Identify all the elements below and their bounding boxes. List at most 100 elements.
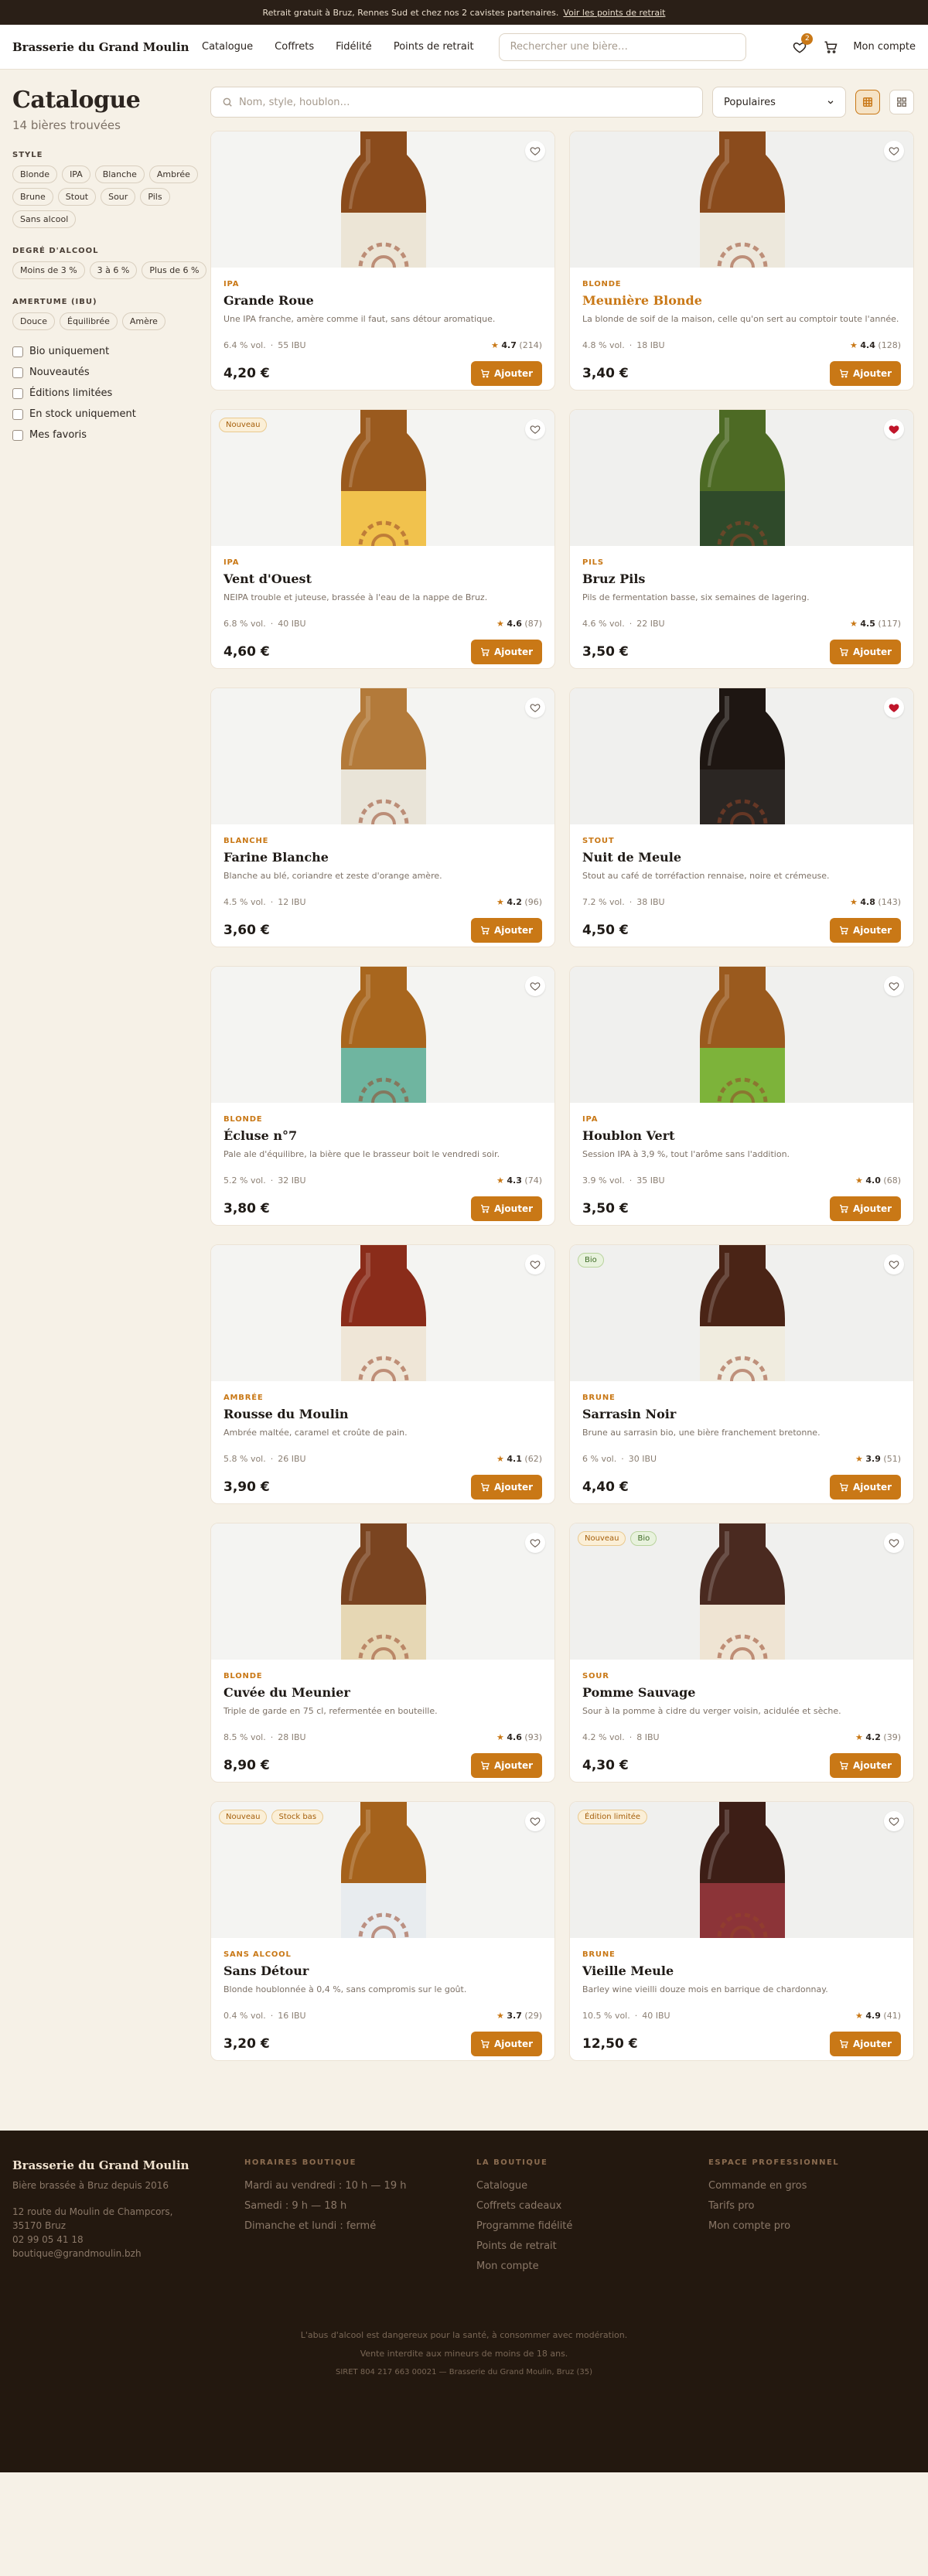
chip-ambree[interactable]: Ambrée	[148, 165, 198, 183]
product-name[interactable]: Nuit de Meule	[582, 850, 901, 865]
footer-link-tarifs-pro[interactable]: Tarifs pro	[708, 2196, 928, 2216]
product-image[interactable]: Nouveau Stock bas	[211, 1802, 554, 1938]
footer-link-points-retrait[interactable]: Points de retrait	[476, 2237, 708, 2257]
favorite-button[interactable]	[884, 419, 904, 439]
chip-ibu-equilibree[interactable]: Équilibrée	[60, 312, 118, 330]
chip-alcohol-mid[interactable]: 3 à 6 %	[89, 261, 138, 279]
add-to-cart-button[interactable]: Ajouter	[830, 640, 901, 664]
product-name[interactable]: Farine Blanche	[223, 850, 542, 865]
product-image[interactable]	[211, 688, 554, 824]
product-image[interactable]	[570, 410, 913, 546]
favorite-button[interactable]	[525, 141, 545, 161]
in-stock-checkbox[interactable]: En stock uniquement	[12, 408, 210, 420]
product-name[interactable]: Sarrasin Noir	[582, 1407, 901, 1421]
product-name[interactable]: Houblon Vert	[582, 1128, 901, 1143]
chip-alcohol-low[interactable]: Moins de 3 %	[12, 261, 85, 279]
product-name[interactable]: Sans Détour	[223, 1964, 542, 1978]
favorites-button[interactable]: 2	[791, 32, 814, 56]
product-name[interactable]: Bruz Pils	[582, 571, 901, 586]
footer-link-compte[interactable]: Mon compte	[476, 2257, 708, 2277]
chip-blanche[interactable]: Blanche	[94, 165, 145, 183]
product-card[interactable]: IPA Houblon Vert Session IPA à 3,9 %, to…	[569, 966, 914, 1226]
product-image[interactable]: Nouveau Bio	[570, 1523, 913, 1660]
chip-blonde[interactable]: Blonde	[12, 165, 58, 183]
pickup-points-link[interactable]: Voir les points de retrait	[563, 8, 665, 18]
product-card[interactable]: BLONDE Meunière Blonde La blonde de soif…	[569, 131, 914, 391]
product-card[interactable]: BLONDE Cuvée du Meunier Triple de garde …	[210, 1523, 555, 1783]
add-to-cart-button[interactable]: Ajouter	[830, 1475, 901, 1500]
product-card[interactable]: BLONDE Écluse n°7 Pale ale d'équilibre, …	[210, 966, 555, 1226]
add-to-cart-button[interactable]: Ajouter	[471, 361, 542, 386]
list-view-button[interactable]	[889, 90, 914, 114]
product-name[interactable]: Pomme Sauvage	[582, 1685, 901, 1700]
product-name[interactable]: Vieille Meule	[582, 1964, 901, 1978]
limited-checkbox[interactable]: Éditions limitées	[12, 387, 210, 399]
add-to-cart-button[interactable]: Ajouter	[471, 918, 542, 943]
favorite-button[interactable]	[525, 1254, 545, 1274]
add-to-cart-button[interactable]: Ajouter	[830, 2032, 901, 2056]
favorite-button[interactable]	[525, 698, 545, 718]
favorite-button[interactable]	[884, 1533, 904, 1553]
product-card[interactable]: PILS Bruz Pils Pils de fermentation bass…	[569, 409, 914, 669]
grid-view-button[interactable]	[855, 90, 880, 114]
product-image[interactable]: Bio	[570, 1245, 913, 1381]
add-to-cart-button[interactable]: Ajouter	[471, 1475, 542, 1500]
product-card[interactable]: Nouveau Bio SOUR Pomme Sauvage Sour à la …	[569, 1523, 914, 1783]
chip-ibu-amere[interactable]: Amère	[121, 312, 165, 330]
checkbox-box[interactable]	[12, 346, 23, 357]
product-image[interactable]	[570, 688, 913, 824]
footer-link-fidelite[interactable]: Programme fidélité	[476, 2216, 708, 2237]
footer-link-coffrets[interactable]: Coffrets cadeaux	[476, 2196, 708, 2216]
nav-catalogue[interactable]: Catalogue	[202, 41, 253, 53]
product-card[interactable]: STOUT Nuit de Meule Stout au café de tor…	[569, 688, 914, 947]
product-name[interactable]: Vent d'Ouest	[223, 571, 542, 586]
checkbox-box[interactable]	[12, 367, 23, 378]
sort-select[interactable]: Populaires	[712, 87, 846, 118]
product-image[interactable]	[211, 1523, 554, 1660]
product-name[interactable]: Grande Roue	[223, 293, 542, 308]
product-name[interactable]: Meunière Blonde	[582, 293, 901, 308]
product-card[interactable]: AMBRÉE Rousse du Moulin Ambrée maltée, c…	[210, 1244, 555, 1504]
footer-link-gros[interactable]: Commande en gros	[708, 2176, 928, 2196]
nav-points-retrait[interactable]: Points de retrait	[394, 41, 474, 53]
chip-ipa[interactable]: IPA	[62, 165, 90, 183]
chip-pils[interactable]: Pils	[140, 188, 170, 206]
product-image[interactable]	[570, 131, 913, 268]
header-search-input[interactable]: Rechercher une bière…	[498, 32, 746, 61]
chip-sour[interactable]: Sour	[101, 188, 136, 206]
product-card[interactable]: Édition limitée BRUNE Vieille Meule Barl…	[569, 1801, 914, 2061]
product-name[interactable]: Écluse n°7	[223, 1128, 542, 1143]
chip-ibu-douce[interactable]: Douce	[12, 312, 55, 330]
footer-email[interactable]: boutique@grandmoulin.bzh	[12, 2247, 244, 2260]
add-to-cart-button[interactable]: Ajouter	[830, 1753, 901, 1778]
checkbox-box[interactable]	[12, 429, 23, 441]
footer-phone[interactable]: 02 99 05 41 18	[12, 2233, 244, 2247]
add-to-cart-button[interactable]: Ajouter	[830, 918, 901, 943]
new-checkbox[interactable]: Nouveautés	[12, 367, 210, 378]
favorite-button[interactable]	[884, 1254, 904, 1274]
chip-alcohol-high[interactable]: Plus de 6 %	[142, 261, 207, 279]
account-link[interactable]: Mon compte	[853, 41, 916, 53]
favorite-button[interactable]	[884, 1811, 904, 1831]
chip-brune[interactable]: Brune	[12, 188, 53, 206]
favorite-button[interactable]	[525, 976, 545, 996]
catalogue-search-input[interactable]: Nom, style, houblon…	[210, 87, 703, 118]
add-to-cart-button[interactable]: Ajouter	[830, 361, 901, 386]
product-image[interactable]: Nouveau	[211, 410, 554, 546]
nav-fidelite[interactable]: Fidélité	[336, 41, 372, 53]
product-image[interactable]	[570, 967, 913, 1103]
product-name[interactable]: Cuvée du Meunier	[223, 1685, 542, 1700]
brand-logo[interactable]: Brasserie du Grand Moulin	[12, 40, 202, 54]
favorite-button[interactable]	[884, 976, 904, 996]
product-image[interactable]	[211, 967, 554, 1103]
favorite-button[interactable]	[884, 698, 904, 718]
favorites-checkbox[interactable]: Mes favoris	[12, 429, 210, 441]
cart-button[interactable]	[822, 39, 839, 56]
footer-link-compte-pro[interactable]: Mon compte pro	[708, 2216, 928, 2237]
add-to-cart-button[interactable]: Ajouter	[471, 640, 542, 664]
favorite-button[interactable]	[525, 1533, 545, 1553]
favorite-button[interactable]	[884, 141, 904, 161]
add-to-cart-button[interactable]: Ajouter	[471, 2032, 542, 2056]
chip-stout[interactable]: Stout	[57, 188, 97, 206]
nav-coffrets[interactable]: Coffrets	[275, 41, 314, 53]
